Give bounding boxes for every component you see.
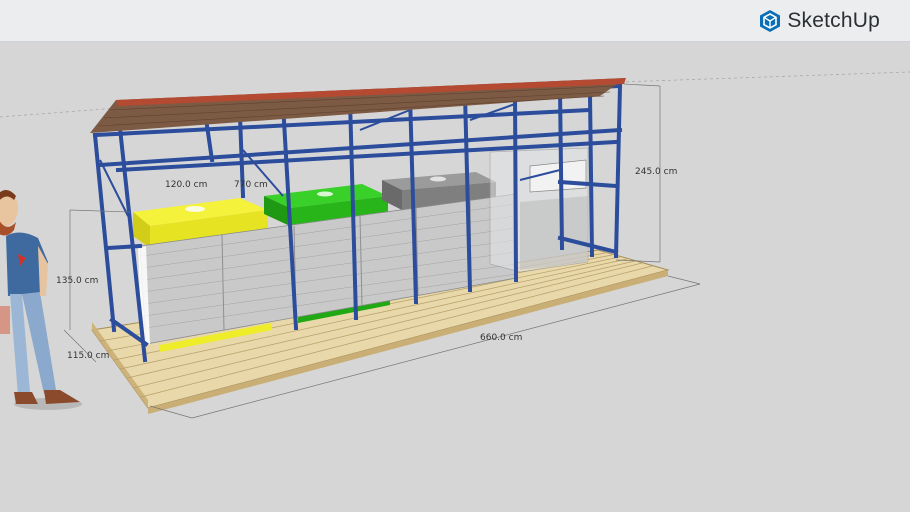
axis-line xyxy=(619,71,910,83)
dimension-label-height: 245.0 cm xyxy=(635,167,678,177)
logo-text: SketchUp xyxy=(787,9,880,32)
roof xyxy=(90,78,626,133)
sketchup-logo[interactable]: SketchUp xyxy=(759,9,880,33)
top-bar: SketchUp xyxy=(0,0,910,42)
dimension-label-front-height: 135.0 cm xyxy=(56,276,99,286)
dimension-label-length: 660.0 cm xyxy=(480,333,523,343)
dimension-label-middle: 770 cm xyxy=(234,180,268,190)
dimension-label-yellow-width: 120.0 cm xyxy=(165,180,208,190)
glass-cabinet xyxy=(489,147,589,273)
sketchup-logo-icon xyxy=(760,10,781,32)
3d-model-scene xyxy=(0,71,910,419)
dimension-label-depth: 115.0 cm xyxy=(67,351,110,361)
model-viewport[interactable]: 120.0 cm 770 cm 245.0 cm 135.0 cm 115.0 … xyxy=(0,42,910,512)
